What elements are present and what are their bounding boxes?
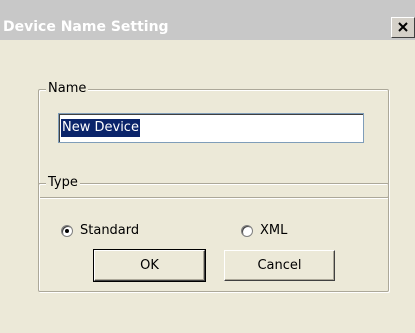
radio-selected-dot	[65, 229, 69, 233]
title-bar[interactable]: Device Name Setting	[0, 0, 415, 40]
type-groupbox: Type Standard XML	[38, 175, 389, 292]
device-name-value: New Device	[61, 119, 140, 137]
close-button[interactable]	[391, 17, 415, 38]
dialog-body: Name New Device Type Standard XML	[0, 40, 415, 333]
ok-button[interactable]: OK	[93, 249, 206, 282]
name-groupbox: Name New Device	[38, 81, 389, 198]
radio-standard-label[interactable]: Standard	[80, 223, 139, 239]
device-name-input[interactable]: New Device	[58, 113, 364, 143]
window-title: Device Name Setting	[3, 19, 169, 35]
radio-standard-button[interactable]	[61, 225, 73, 237]
radio-standard[interactable]: Standard	[61, 222, 139, 240]
device-name-setting-dialog: Device Name Setting Name New Device Type…	[0, 0, 415, 333]
type-group-legend: Type	[46, 175, 80, 191]
radio-xml-button[interactable]	[241, 225, 253, 237]
cancel-button[interactable]: Cancel	[224, 250, 335, 281]
close-icon	[398, 22, 408, 32]
name-group-legend: Name	[46, 81, 89, 97]
radio-xml-label[interactable]: XML	[260, 223, 287, 239]
radio-xml[interactable]: XML	[241, 222, 287, 240]
